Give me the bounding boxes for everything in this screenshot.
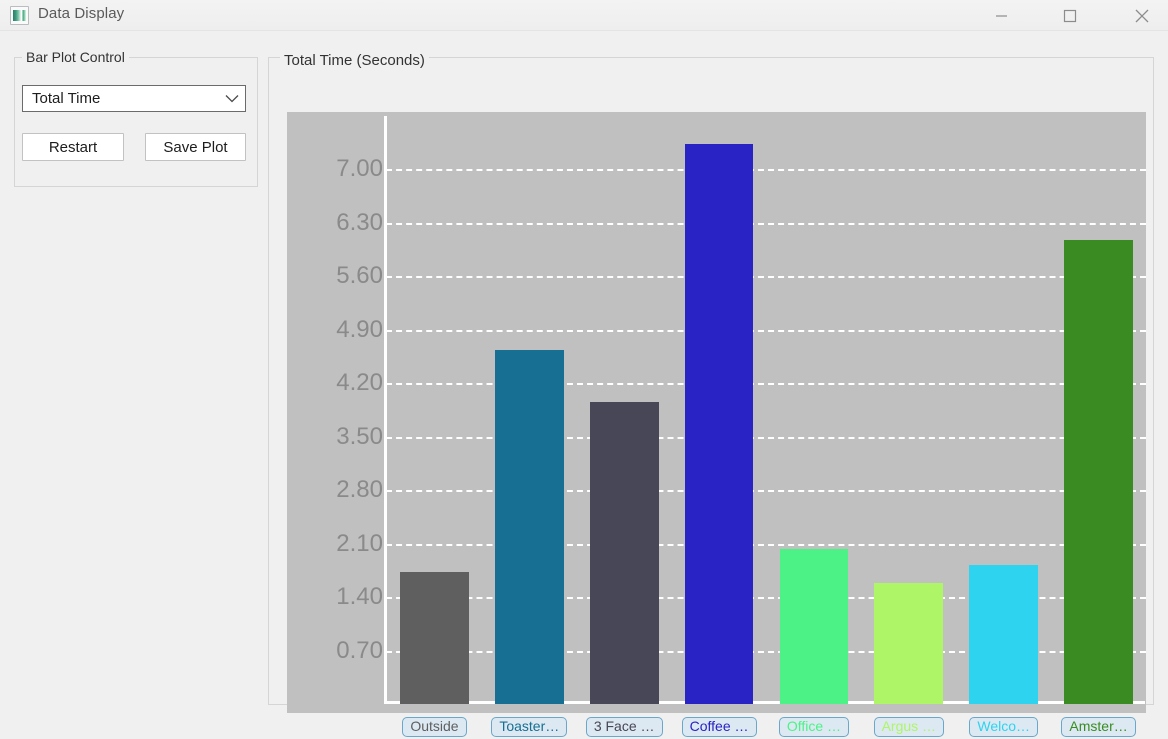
plot-mode-select[interactable]: Total Time xyxy=(22,85,246,112)
bar[interactable] xyxy=(494,350,564,704)
bar[interactable] xyxy=(1064,239,1133,704)
bar[interactable] xyxy=(779,548,849,704)
save-plot-button[interactable]: Save Plot xyxy=(145,133,246,161)
x-axis-tick-label[interactable]: Argus … xyxy=(873,717,945,737)
x-axis-label-slot: Coffee … xyxy=(672,717,767,737)
x-axis-tick-labels: Outside Toaster… 3 Face … Coffee … Office … A… xyxy=(387,715,1146,739)
image-plot-icon-glyph xyxy=(13,10,26,21)
x-axis-label-slot: Toaster… xyxy=(482,717,577,737)
y-axis-tick-label: 0.70 xyxy=(336,636,383,664)
bar[interactable] xyxy=(400,571,469,704)
y-axis-tick-label: 3.50 xyxy=(336,422,383,450)
x-axis-tick-label[interactable]: Welco… xyxy=(969,717,1039,737)
bar[interactable] xyxy=(589,401,659,704)
bar-series xyxy=(387,112,1146,704)
x-axis-tick-label[interactable]: Amster… xyxy=(1061,717,1136,737)
main-content: Bar Plot Control Total Time Restart Save… xyxy=(0,31,1168,737)
minimize-icon[interactable] xyxy=(978,0,1024,31)
bar-slot xyxy=(956,112,1051,704)
x-axis-tick-label[interactable]: Coffee … xyxy=(681,717,757,737)
title-bar: Data Display xyxy=(0,0,1168,31)
x-axis-label-slot: Argus … xyxy=(861,717,956,737)
bar-slot xyxy=(482,112,577,704)
plot-area: 0.70 1.40 2.10 2.80 3.50 4.20 4.90 5.60 6.30 7.00 xyxy=(287,112,1146,713)
bar[interactable] xyxy=(969,565,1039,704)
x-axis-tick-label[interactable]: Outside xyxy=(402,717,467,737)
y-axis-tick-label: 2.80 xyxy=(336,476,383,504)
chevron-down-icon xyxy=(219,94,245,103)
y-axis-tick-label: 4.20 xyxy=(336,369,383,397)
x-axis-label-slot: 3 Face … xyxy=(577,717,672,737)
image-plot-icon xyxy=(10,6,29,25)
bar-slot xyxy=(672,112,767,704)
x-axis-tick-label[interactable]: 3 Face … xyxy=(585,717,663,737)
bar-slot xyxy=(387,112,482,704)
bar-chart[interactable]: 0.70 1.40 2.10 2.80 3.50 4.20 4.90 5.60 6.30 7.00 xyxy=(287,112,1146,713)
plot-group-title: Total Time (Seconds) xyxy=(280,52,429,69)
y-axis-tick-label: 2.10 xyxy=(336,529,383,557)
x-axis-label-slot: Amster… xyxy=(1051,717,1146,737)
x-axis-label-slot: Office … xyxy=(767,717,862,737)
bar[interactable] xyxy=(684,143,754,704)
x-axis-tick-label[interactable]: Office … xyxy=(778,717,850,737)
bar-plot-control-group xyxy=(14,57,258,187)
y-axis-tick-label: 7.00 xyxy=(336,155,383,183)
plot-mode-select-value: Total Time xyxy=(32,90,101,107)
close-icon[interactable] xyxy=(1119,0,1165,31)
restart-button[interactable]: Restart xyxy=(22,133,124,161)
window-title: Data Display xyxy=(38,5,125,22)
y-axis-tick-label: 4.90 xyxy=(336,315,383,343)
bar-plot-control-title: Bar Plot Control xyxy=(22,49,129,65)
y-axis-tick-label: 5.60 xyxy=(336,262,383,290)
maximize-icon[interactable] xyxy=(1047,0,1093,31)
y-axis-tick-label: 6.30 xyxy=(336,208,383,236)
bar-slot xyxy=(861,112,956,704)
x-axis-label-slot: Outside xyxy=(387,717,482,737)
x-axis-tick-label[interactable]: Toaster… xyxy=(491,717,568,737)
bar-slot xyxy=(767,112,862,704)
bar-slot xyxy=(577,112,672,704)
bar[interactable] xyxy=(874,583,944,704)
x-axis-label-slot: Welco… xyxy=(956,717,1051,737)
bar-slot xyxy=(1051,112,1146,704)
y-axis-tick-label: 1.40 xyxy=(336,583,383,611)
